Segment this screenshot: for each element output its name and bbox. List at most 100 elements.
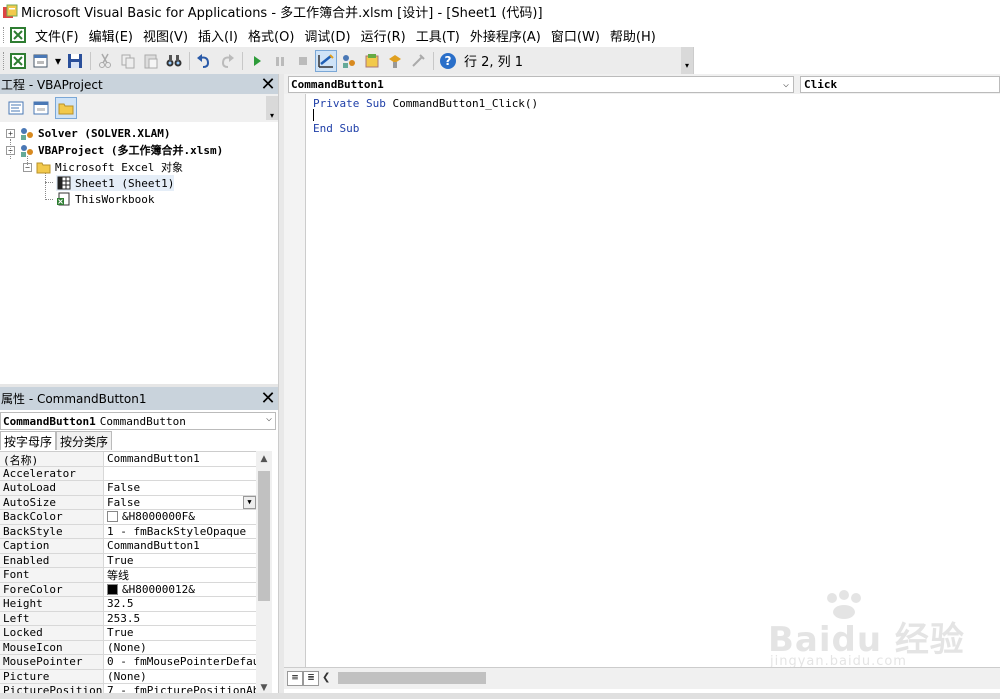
undo-button[interactable] — [193, 50, 215, 72]
property-value[interactable]: (None) — [104, 641, 256, 655]
property-value[interactable]: True — [104, 626, 256, 640]
property-name: Caption — [0, 539, 104, 553]
property-row[interactable]: AutoSize False ▼ — [0, 495, 256, 510]
menu-format[interactable]: 格式(O) — [244, 24, 300, 47]
property-value[interactable]: False — [104, 481, 256, 495]
property-value[interactable]: 32.5 — [104, 597, 256, 611]
chevron-down-icon[interactable]: ⌵ — [783, 77, 789, 92]
menu-file[interactable]: 文件(F) — [31, 24, 85, 47]
tree-node-solver[interactable]: + Solver (SOLVER.XLAM) — [6, 125, 170, 141]
menu-view[interactable]: 视图(V) — [139, 24, 194, 47]
project-explorer-button[interactable] — [338, 50, 360, 72]
property-value[interactable]: &H80000012& — [104, 583, 256, 597]
property-row[interactable]: BackColor &H8000000F& — [0, 510, 256, 525]
chevron-down-icon[interactable]: ⌵ — [266, 413, 272, 424]
menu-insert[interactable]: 插入(I) — [194, 24, 244, 47]
project-pane-close-icon[interactable]: ✕ — [258, 74, 278, 95]
tree-node-thisworkbook[interactable]: ThisWorkbook — [56, 191, 154, 207]
menubar-grip[interactable] — [3, 27, 7, 43]
object-browser-button[interactable] — [384, 50, 406, 72]
menu-help[interactable]: 帮助(H) — [606, 24, 662, 47]
full-module-view-button[interactable]: ≣ — [303, 671, 319, 686]
menu-run[interactable]: 运行(R) — [357, 24, 412, 47]
property-row[interactable]: Height 32.5 — [0, 597, 256, 612]
collapse-icon[interactable]: − — [6, 145, 15, 155]
redo-button[interactable] — [216, 50, 238, 72]
property-value[interactable]: 等线 — [104, 568, 256, 582]
insert-dropdown-arrow-icon[interactable]: ▾ — [53, 50, 63, 72]
dropdown-arrow-icon[interactable]: ▼ — [243, 495, 256, 509]
property-value-text: False — [107, 481, 141, 495]
property-row[interactable]: Left 253.5 — [0, 611, 256, 626]
view-code-button[interactable] — [5, 97, 27, 119]
scroll-up-icon[interactable]: ▲ — [256, 451, 272, 467]
properties-scrollbar[interactable]: ▲ ▼ — [256, 451, 272, 696]
property-value[interactable]: True — [104, 554, 256, 568]
scroll-thumb[interactable] — [338, 672, 486, 684]
view-excel-button[interactable] — [7, 50, 29, 72]
property-value[interactable]: False ▼ — [104, 495, 256, 510]
tree-node-vbaproject[interactable]: − VBAProject (多工作簿合并.xlsm) — [6, 142, 223, 158]
property-row[interactable]: (名称) CommandButton1 — [0, 452, 256, 467]
view-object-button[interactable] — [30, 97, 52, 119]
property-value[interactable]: CommandButton1 — [104, 452, 256, 466]
scroll-thumb[interactable] — [258, 471, 270, 601]
insert-userform-button[interactable] — [30, 50, 52, 72]
properties-pane-close-icon[interactable]: ✕ — [258, 388, 278, 409]
object-combobox[interactable]: CommandButton1 ⌵ — [288, 76, 794, 93]
property-row[interactable]: Enabled True — [0, 553, 256, 568]
tab-alphabetic[interactable]: 按字母序 — [0, 431, 57, 450]
excel-icon[interactable] — [9, 26, 27, 44]
menu-addins[interactable]: 外接程序(A) — [466, 24, 547, 47]
run-button[interactable] — [246, 50, 268, 72]
property-value[interactable]: CommandButton1 — [104, 539, 256, 553]
property-row[interactable]: MouseIcon (None) — [0, 640, 256, 655]
property-value[interactable]: 1 - fmBackStyleOpaque — [104, 525, 256, 539]
procedure-view-button[interactable]: ≡ — [287, 671, 303, 686]
property-row[interactable]: Font 等线 — [0, 568, 256, 583]
property-name: Left — [0, 611, 104, 625]
property-row[interactable]: Accelerator — [0, 466, 256, 481]
property-row[interactable]: AutoLoad False — [0, 481, 256, 496]
property-row[interactable]: Caption CommandButton1 — [0, 539, 256, 554]
property-row[interactable]: Picture (None) — [0, 669, 256, 684]
menu-window[interactable]: 窗口(W) — [547, 24, 606, 47]
property-value[interactable] — [104, 467, 256, 481]
reset-button[interactable] — [292, 50, 314, 72]
procedure-combobox[interactable]: Click — [800, 76, 1000, 93]
project-toolbar-overflow-icon[interactable]: ▾ — [266, 96, 278, 120]
menu-tools[interactable]: 工具(T) — [412, 24, 466, 47]
property-value[interactable]: 253.5 — [104, 612, 256, 626]
toggle-folders-button[interactable] — [55, 97, 77, 119]
property-value[interactable]: (None) — [104, 670, 256, 684]
object-selector[interactable]: CommandButton1 CommandButton ⌵ — [0, 412, 276, 430]
collapse-icon[interactable]: − — [23, 162, 32, 172]
paste-button[interactable] — [140, 50, 162, 72]
find-button[interactable] — [163, 50, 185, 72]
property-row[interactable]: MousePointer0 - fmMousePointerDefault — [0, 655, 256, 670]
tree-node-excel-objects[interactable]: − Microsoft Excel 对象 — [23, 159, 183, 175]
toolbar-overflow-button[interactable]: ▾ — [681, 47, 693, 74]
property-value[interactable]: &H8000000F& — [104, 510, 256, 524]
property-row[interactable]: Locked True — [0, 626, 256, 641]
expand-icon[interactable]: + — [6, 128, 15, 138]
property-value[interactable]: 0 - fmMousePointerDefault — [104, 655, 256, 669]
tree-node-sheet1[interactable]: Sheet1 (Sheet1) — [56, 175, 175, 191]
copy-button[interactable] — [117, 50, 139, 72]
cut-button[interactable] — [94, 50, 116, 72]
properties-window-button[interactable] — [361, 50, 383, 72]
menu-debug[interactable]: 调试(D) — [300, 24, 356, 47]
design-mode-button[interactable] — [315, 49, 337, 72]
save-button[interactable] — [64, 50, 86, 72]
code-margin-indicator-bar[interactable] — [284, 94, 306, 667]
property-row[interactable]: ForeColor &H80000012& — [0, 582, 256, 597]
scroll-left-icon[interactable]: ❮ — [322, 670, 330, 686]
property-row[interactable]: BackStyle 1 - fmBackStyleOpaque — [0, 524, 256, 539]
break-button[interactable] — [269, 50, 291, 72]
code-editor[interactable]: Private Sub CommandButton1_Click() End S… — [306, 94, 1000, 667]
tab-categorized[interactable]: 按分类序 — [56, 431, 113, 450]
toolbox-button[interactable] — [407, 50, 429, 72]
property-value-text: CommandButton1 — [107, 452, 200, 466]
menu-edit[interactable]: 编辑(E) — [85, 24, 139, 47]
help-button[interactable]: ? — [437, 50, 459, 72]
